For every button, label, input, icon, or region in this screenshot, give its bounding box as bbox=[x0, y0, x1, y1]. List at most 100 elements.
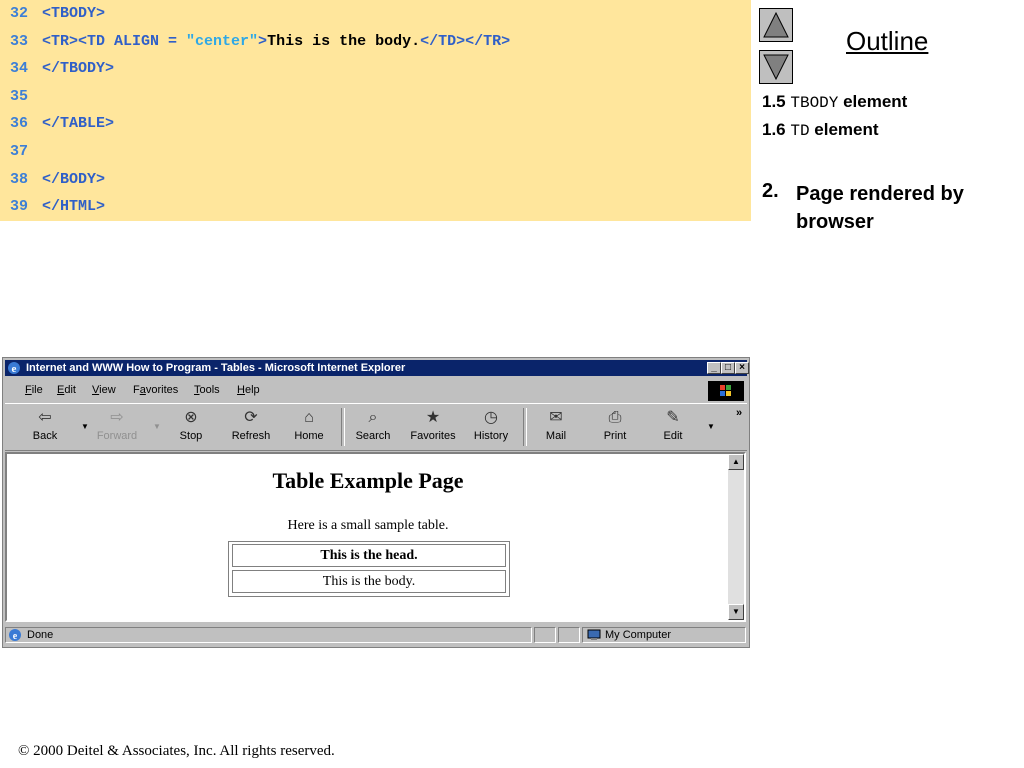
page-content-area: Table Example Page Here is a small sampl… bbox=[5, 452, 746, 622]
outline-item-number: 2. bbox=[762, 180, 779, 202]
menu-view[interactable]: View bbox=[92, 384, 116, 396]
history-button[interactable]: ◷ History bbox=[465, 408, 517, 442]
up-triangle-icon bbox=[763, 11, 789, 38]
refresh-icon: ⟳ bbox=[244, 409, 258, 426]
mail-button[interactable]: ✉ Mail bbox=[530, 408, 582, 442]
outline-item-code: TBODY bbox=[790, 94, 839, 112]
home-icon: ⌂ bbox=[304, 409, 314, 426]
search-button[interactable]: ⌕ Search bbox=[347, 408, 399, 442]
menu-file[interactable]: File bbox=[25, 384, 43, 396]
history-icon: ◷ bbox=[484, 409, 498, 426]
code-token: > bbox=[258, 32, 268, 50]
page-done-icon: e bbox=[9, 629, 21, 642]
previous-slide-button[interactable] bbox=[759, 8, 793, 42]
menu-tools[interactable]: Tools bbox=[194, 384, 220, 396]
search-icon: ⌕ bbox=[368, 409, 378, 426]
refresh-button[interactable]: ⟳ Refresh bbox=[225, 408, 277, 442]
scroll-up-button[interactable]: ▲ bbox=[728, 454, 744, 470]
line-number: 38 bbox=[10, 170, 29, 188]
edit-dropdown-icon[interactable]: ▼ bbox=[707, 422, 715, 431]
next-slide-button[interactable] bbox=[759, 50, 793, 84]
maximize-button[interactable]: □ bbox=[721, 362, 735, 374]
window-titlebar[interactable]: e Internet and WWW How to Program - Tabl… bbox=[5, 360, 749, 376]
toolbar-overflow-chevron-icon[interactable]: » bbox=[736, 407, 742, 419]
window-title: Internet and WWW How to Program - Tables… bbox=[26, 362, 406, 374]
edit-button[interactable]: ✎ Edit bbox=[647, 408, 699, 442]
code-line: 38 </BODY> bbox=[10, 170, 105, 190]
code-line: 36 </TABLE> bbox=[10, 114, 114, 134]
stop-icon: ⊗ bbox=[184, 409, 198, 426]
status-main-segment: e Done bbox=[5, 627, 532, 643]
down-triangle-icon bbox=[763, 54, 789, 81]
line-number: 37 bbox=[10, 143, 29, 160]
security-zone-label: My Computer bbox=[605, 629, 672, 641]
outline-item-td: 1.6 TD element bbox=[762, 119, 879, 142]
print-button[interactable]: ⎙ Print bbox=[589, 408, 641, 442]
status-segment bbox=[558, 627, 580, 643]
code-token: <TBODY> bbox=[42, 5, 106, 22]
line-number: 34 bbox=[10, 60, 29, 78]
line-number: 39 bbox=[10, 198, 29, 216]
forward-button[interactable]: ⇨ Forward bbox=[91, 408, 143, 442]
status-text: Done bbox=[27, 629, 54, 641]
outline-item-code: TD bbox=[790, 122, 810, 140]
svg-text:e: e bbox=[12, 363, 17, 375]
toolbar-separator bbox=[341, 408, 345, 446]
printer-icon: ⎙ bbox=[608, 409, 622, 426]
forward-dropdown-icon[interactable]: ▼ bbox=[153, 422, 161, 431]
svg-text:e: e bbox=[13, 631, 18, 642]
mail-icon: ✉ bbox=[549, 409, 563, 426]
line-number: 33 bbox=[10, 32, 29, 50]
back-dropdown-icon[interactable]: ▼ bbox=[81, 422, 89, 431]
browser-toolbar: ⇦ Back ▼ ⇨ Forward ▼ ⊗ Stop ⟳ Refresh ⌂ Home … bbox=[5, 403, 747, 451]
code-line: 33 <TR><TD ALIGN = "center">This is the b… bbox=[10, 32, 510, 52]
vertical-scrollbar[interactable]: ▲ ▼ bbox=[728, 454, 744, 620]
code-token: </HTML> bbox=[42, 198, 106, 216]
code-token: </TABLE> bbox=[42, 115, 115, 133]
code-token: This is the body. bbox=[267, 32, 421, 50]
back-button[interactable]: ⇦ Back bbox=[19, 408, 71, 442]
code-token: <TR><TD ALIGN = bbox=[42, 32, 187, 50]
toolbar-separator bbox=[523, 408, 527, 446]
home-button[interactable]: ⌂ Home bbox=[283, 408, 335, 442]
outline-item-suffix: element bbox=[809, 120, 879, 139]
outline-title[interactable]: Outline bbox=[846, 26, 928, 57]
ie-logo-icon: e bbox=[8, 362, 20, 375]
code-line: 32 <TBODY> bbox=[10, 4, 105, 24]
menu-bar: File Edit View Favorites Tools Help bbox=[5, 380, 747, 401]
outline-item-prefix: 1.6 bbox=[762, 120, 791, 139]
back-arrow-icon: ⇦ bbox=[38, 409, 52, 426]
code-line: 35 bbox=[10, 87, 42, 107]
code-token: </BODY> bbox=[42, 170, 106, 188]
code-line: 39 </HTML> bbox=[10, 197, 105, 217]
edit-icon: ✎ bbox=[666, 409, 680, 426]
status-zone-segment: My Computer bbox=[582, 627, 746, 643]
code-listing-panel: 32 <TBODY> 33 <TR><TD ALIGN = "center">This… bbox=[0, 0, 751, 221]
line-number: 32 bbox=[10, 5, 29, 22]
minimize-button[interactable]: _ bbox=[707, 362, 721, 374]
status-segment bbox=[534, 627, 556, 643]
favorites-button[interactable]: ★ Favorites bbox=[407, 408, 459, 442]
code-token: </TD></TR> bbox=[420, 32, 511, 50]
table-caption: Here is a small sample table. bbox=[287, 518, 449, 533]
scroll-down-button[interactable]: ▼ bbox=[728, 604, 744, 620]
outline-item-suffix: element bbox=[838, 92, 908, 111]
windows-logo-icon bbox=[708, 381, 744, 401]
forward-arrow-icon: ⇨ bbox=[110, 409, 124, 426]
stop-button[interactable]: ⊗ Stop bbox=[165, 408, 217, 442]
close-button[interactable]: × bbox=[735, 362, 749, 374]
outline-item-tbody: 1.5 TBODY element bbox=[762, 91, 907, 114]
line-number: 35 bbox=[10, 87, 29, 105]
outline-item-prefix: 1.5 bbox=[762, 92, 791, 111]
browser-window: e Internet and WWW How to Program - Tabl… bbox=[2, 357, 750, 648]
outline-item-page-rendered: Page rendered by browser bbox=[796, 183, 964, 233]
code-line: 37 bbox=[10, 142, 42, 162]
menu-edit[interactable]: Edit bbox=[57, 384, 76, 396]
copyright-footer: © 2000 Deitel & Associates, Inc. All rig… bbox=[18, 743, 335, 759]
line-number: 36 bbox=[10, 115, 29, 133]
table-body-cell: This is the body. bbox=[232, 570, 506, 593]
menu-favorites[interactable]: Favorites bbox=[133, 384, 178, 396]
page-heading: Table Example Page bbox=[272, 468, 464, 493]
favorites-folder-icon: ★ bbox=[425, 409, 441, 426]
menu-help[interactable]: Help bbox=[237, 384, 260, 396]
